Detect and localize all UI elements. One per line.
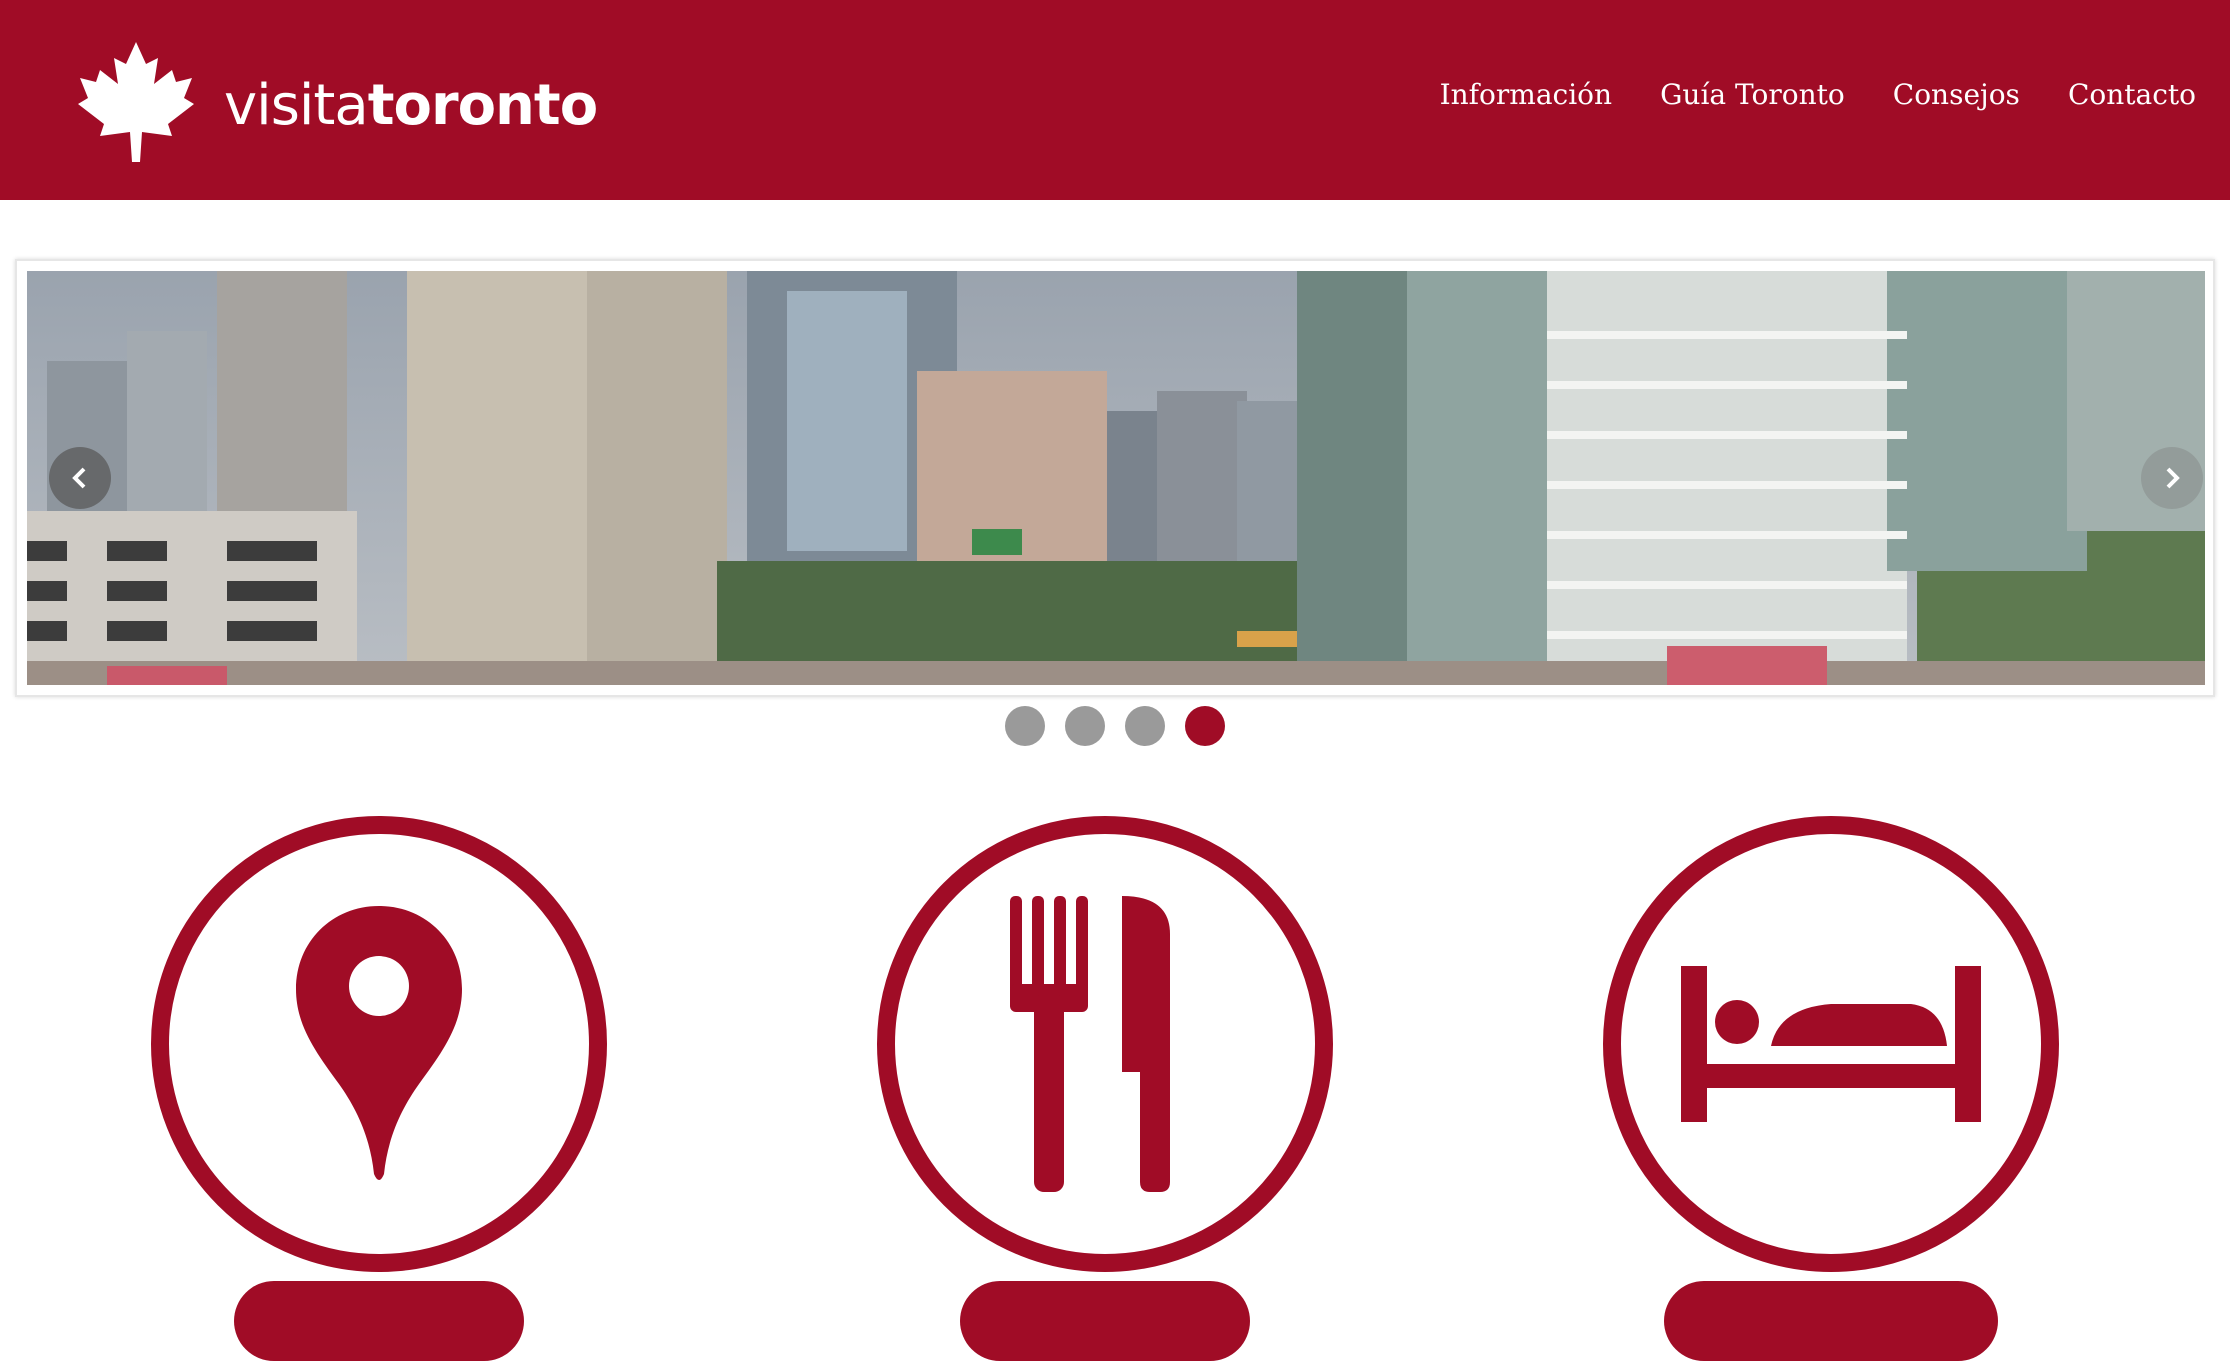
site-logo[interactable]: visitatoronto	[76, 40, 598, 164]
nav-informacion[interactable]: Información	[1440, 78, 1612, 111]
slide-image-toronto-skyline	[27, 271, 2205, 685]
site-header: visitatoronto Información Guía Toronto C…	[0, 0, 2230, 200]
slider-dot-4[interactable]	[1185, 706, 1225, 746]
slider-prev-button[interactable]	[49, 447, 111, 509]
logo-wordmark: visitatoronto	[224, 73, 598, 138]
nav-contacto[interactable]: Contacto	[2068, 78, 2196, 111]
slider-dot-2[interactable]	[1065, 706, 1105, 746]
location-pin-icon	[296, 906, 462, 1180]
feature-location-button[interactable]	[234, 1281, 524, 1361]
chevron-right-icon	[2166, 467, 2180, 489]
nav-guia-toronto[interactable]: Guía Toronto	[1660, 78, 1845, 111]
maple-leaf-icon	[78, 42, 194, 162]
feature-restaurants-button[interactable]	[960, 1281, 1250, 1361]
bed-icon	[1681, 966, 1981, 1122]
slider-dot-3[interactable]	[1125, 706, 1165, 746]
slider-dot-1[interactable]	[1005, 706, 1045, 746]
feature-accommodation[interactable]	[1603, 816, 2059, 1272]
feature-accommodation-button[interactable]	[1664, 1281, 1998, 1361]
feature-location[interactable]	[151, 816, 607, 1272]
nav-consejos[interactable]: Consejos	[1893, 78, 2020, 111]
slider-pagination	[1005, 706, 1245, 746]
fork-knife-icon	[1010, 896, 1170, 1192]
main-nav: Información Guía Toronto Consejos Contac…	[1392, 78, 2196, 111]
feature-restaurants[interactable]	[877, 816, 1333, 1272]
image-slider	[15, 259, 2215, 697]
slider-next-button[interactable]	[2141, 447, 2203, 509]
chevron-left-icon	[72, 467, 86, 489]
